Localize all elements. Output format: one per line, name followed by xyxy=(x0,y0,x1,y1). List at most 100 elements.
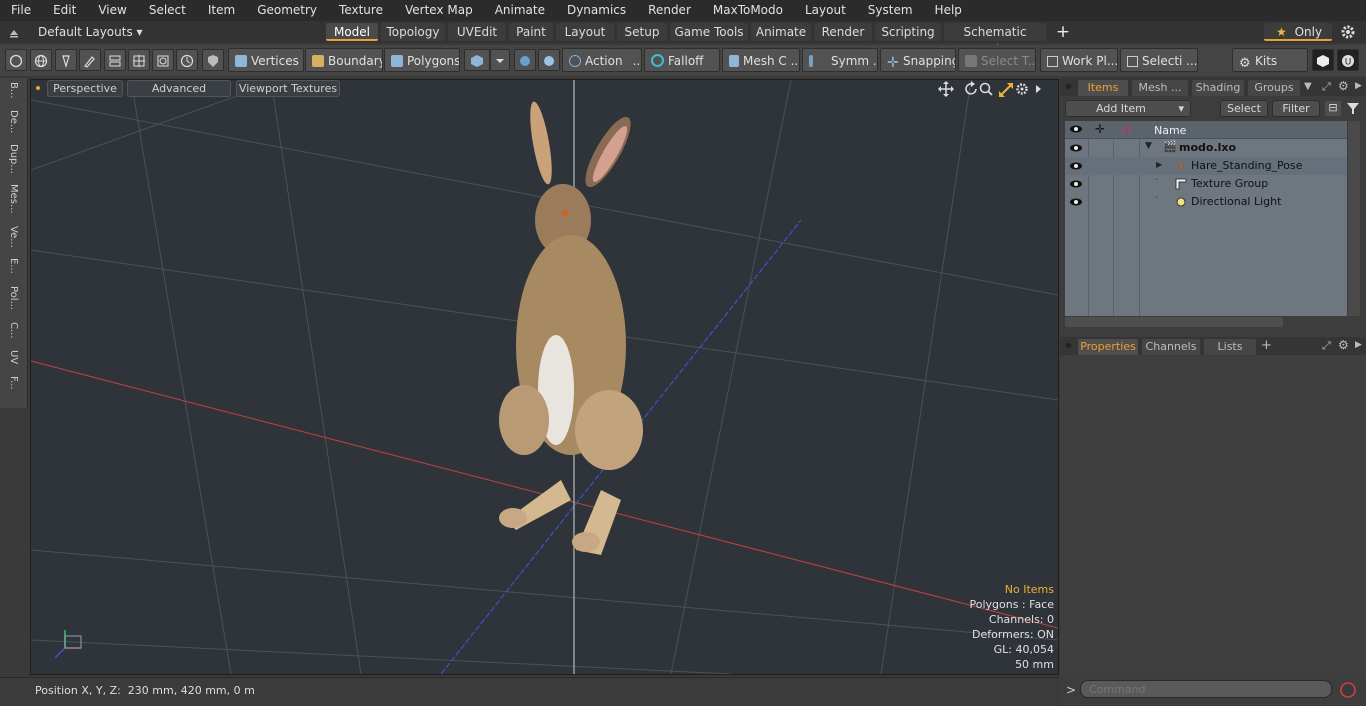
menu-vertex-map[interactable]: Vertex Map xyxy=(394,0,484,21)
tab-paint[interactable]: Paint xyxy=(509,23,553,41)
brush-icon[interactable] xyxy=(79,49,101,71)
properties-arrow-icon[interactable]: ▶ xyxy=(1355,340,1362,350)
item-list-scrollbar[interactable] xyxy=(1348,121,1360,316)
visibility-eye-icon[interactable] xyxy=(1069,178,1083,190)
tab-uvedit[interactable]: UVEdit xyxy=(448,23,506,41)
clock-icon[interactable] xyxy=(176,49,198,71)
align-icon[interactable] xyxy=(104,49,126,71)
material-icon[interactable] xyxy=(514,49,536,71)
tab-animate[interactable]: Animate xyxy=(751,23,811,41)
tab-lists[interactable]: Lists xyxy=(1204,339,1256,355)
cube-icon[interactable] xyxy=(1312,49,1334,71)
perspective-button[interactable]: Perspective xyxy=(47,80,123,97)
menu-texture[interactable]: Texture xyxy=(328,0,394,21)
select-circle-icon[interactable] xyxy=(5,49,27,71)
properties-menu-dot[interactable] xyxy=(1066,343,1071,348)
tab-groups[interactable]: Groups xyxy=(1248,80,1300,96)
collapse-icon[interactable]: ⊟ xyxy=(1325,101,1341,116)
tab-scripting[interactable]: Scripting xyxy=(875,23,941,41)
menu-file[interactable]: File xyxy=(0,0,42,21)
funnel-icon[interactable] xyxy=(1345,101,1361,116)
symmetry-button[interactable]: Symm ... xyxy=(802,48,878,72)
tab-shading[interactable]: Shading xyxy=(1192,80,1244,96)
expand-arrow-icon[interactable]: ▶ xyxy=(1156,160,1162,169)
menu-view[interactable]: View xyxy=(87,0,137,21)
record-icon[interactable] xyxy=(1339,681,1357,699)
add-item-dropdown[interactable]: Add Item ▾ xyxy=(1065,100,1191,117)
viewport-textures-button[interactable]: Viewport Textures xyxy=(236,80,340,97)
advanced-button[interactable]: Advanced xyxy=(127,80,231,97)
vtab-mesh-edit[interactable]: Mes... xyxy=(4,184,22,224)
menu-maxtomodo[interactable]: MaxToModo xyxy=(702,0,794,21)
3d-viewport[interactable] xyxy=(30,79,1059,675)
chevron-down-icon[interactable] xyxy=(490,49,510,71)
viewport-menu-dot[interactable] xyxy=(36,86,40,90)
selection-sets-button[interactable]: Selecti ... xyxy=(1120,48,1198,72)
tab-schematic-fusion[interactable]: Schematic Fusion xyxy=(944,23,1046,57)
material-alt-icon[interactable] xyxy=(538,49,560,71)
snapping-button[interactable]: ✛ Snapping xyxy=(880,48,956,72)
column-name-header[interactable]: Name xyxy=(1154,124,1186,137)
command-input[interactable] xyxy=(1080,680,1332,698)
work-plane-button[interactable]: Work Pl... xyxy=(1040,48,1118,72)
tab-channels[interactable]: Channels xyxy=(1142,339,1200,355)
tab-setup[interactable]: Setup xyxy=(617,23,667,41)
tab-model[interactable]: Model xyxy=(326,23,378,41)
vtab-duplicate[interactable]: Dup... xyxy=(4,144,22,182)
properties-settings-icon[interactable]: ⚙ xyxy=(1338,338,1349,352)
panel-expand-icon[interactable]: ⤢ xyxy=(1322,80,1331,94)
item-mode-icon[interactable] xyxy=(464,49,490,71)
visibility-eye-icon[interactable] xyxy=(1069,160,1083,172)
shield-icon[interactable] xyxy=(202,49,224,71)
panel-tabs-dropdown-icon[interactable]: ▼ xyxy=(1304,81,1312,92)
vtab-uv[interactable]: UV xyxy=(4,350,22,374)
globe-icon[interactable] xyxy=(30,49,52,71)
visibility-eye-icon[interactable] xyxy=(1069,142,1083,154)
table-row[interactable]: ▶ Hare_Standing_Pose xyxy=(1065,157,1347,175)
menu-select[interactable]: Select xyxy=(138,0,197,21)
table-row[interactable]: · Directional Light xyxy=(1065,193,1347,211)
polygons-button[interactable]: Polygons xyxy=(384,48,460,72)
panel-settings-icon[interactable]: ⚙ xyxy=(1338,79,1349,93)
properties-expand-icon[interactable]: ⤢ xyxy=(1322,339,1331,353)
expand-arrow-icon[interactable]: ▼ xyxy=(1145,141,1152,151)
menu-help[interactable]: Help xyxy=(924,0,973,21)
visibility-eye-icon[interactable] xyxy=(1069,196,1083,208)
only-toggle[interactable]: ★ Only xyxy=(1264,23,1332,41)
panel-arrow-icon[interactable]: ▶ xyxy=(1355,81,1362,91)
tab-mesh[interactable]: Mesh ... xyxy=(1132,80,1188,96)
menu-system[interactable]: System xyxy=(857,0,924,21)
vtab-basic[interactable]: B... xyxy=(4,82,22,108)
vtab-polygon[interactable]: Pol... xyxy=(4,286,22,320)
default-layouts-dropdown[interactable]: Default Layouts ▾ xyxy=(38,24,143,40)
filter-button[interactable]: Filter xyxy=(1272,100,1320,117)
kits-button[interactable]: ⚙ Kits xyxy=(1232,48,1308,72)
menu-dynamics[interactable]: Dynamics xyxy=(556,0,637,21)
unreal-icon[interactable]: U xyxy=(1337,49,1359,71)
menu-render[interactable]: Render xyxy=(637,0,702,21)
mesh-constraint-button[interactable]: Mesh C ... xyxy=(722,48,800,72)
vertices-button[interactable]: Vertices xyxy=(228,48,304,72)
table-row[interactable]: ▼ 🎬 modo.lxo xyxy=(1065,139,1347,157)
select-button[interactable]: Select xyxy=(1220,100,1268,117)
menu-layout[interactable]: Layout xyxy=(794,0,857,21)
menu-animate[interactable]: Animate xyxy=(484,0,556,21)
vtab-curve[interactable]: C... xyxy=(4,322,22,348)
gear-icon[interactable] xyxy=(1340,24,1356,40)
tab-topology[interactable]: Topology xyxy=(381,23,445,41)
distribute-icon[interactable] xyxy=(128,49,150,71)
vtab-deform[interactable]: De... xyxy=(4,110,22,142)
tab-layout[interactable]: Layout xyxy=(556,23,614,41)
action-button[interactable]: Action... xyxy=(562,48,642,72)
boundary-button[interactable]: Boundary xyxy=(305,48,383,72)
panel-menu-dot[interactable] xyxy=(1066,84,1071,89)
tab-items[interactable]: Items xyxy=(1078,80,1128,96)
vtab-vertex[interactable]: Ve... xyxy=(4,226,22,256)
frame-icon[interactable] xyxy=(152,49,174,71)
add-properties-tab-button[interactable]: + xyxy=(1261,338,1272,353)
pen-tool-icon[interactable] xyxy=(55,49,77,71)
menu-edit[interactable]: Edit xyxy=(42,0,87,21)
layout-collapse-icon[interactable] xyxy=(8,26,20,38)
add-tab-button[interactable]: + xyxy=(1054,22,1072,42)
tab-properties[interactable]: Properties xyxy=(1078,339,1138,355)
